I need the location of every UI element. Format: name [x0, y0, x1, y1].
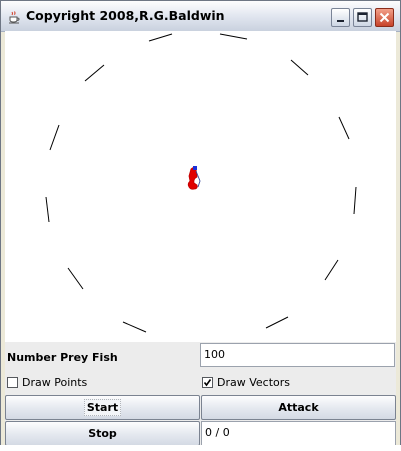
simulation-canvas[interactable]	[5, 31, 396, 342]
draw-vectors-label: Draw Vectors	[217, 376, 291, 389]
minimize-icon	[337, 20, 344, 22]
window-title: Copyright 2008,R.G.Baldwin	[26, 8, 225, 23]
stop-button-label: Stop	[88, 427, 117, 440]
close-button[interactable]	[375, 8, 394, 27]
close-icon	[379, 12, 390, 23]
prey-count-label: Number Prey Fish	[7, 351, 118, 364]
attack-button[interactable]: Attack	[201, 395, 396, 420]
draw-vectors-option[interactable]: Draw Vectors	[202, 375, 362, 391]
start-button[interactable]: Start	[5, 395, 200, 420]
stop-button[interactable]: Stop	[5, 421, 200, 446]
fish-field	[45, 33, 357, 333]
status-field[interactable]: 0 / 0	[201, 421, 396, 446]
draw-points-option[interactable]: Draw Points	[7, 375, 167, 391]
checkmark-icon	[203, 379, 212, 387]
minimize-button[interactable]	[331, 8, 350, 27]
draw-points-label: Draw Points	[22, 376, 88, 389]
attack-button-label: Attack	[278, 401, 319, 414]
start-button-label: Start	[83, 399, 122, 416]
draw-points-checkbox[interactable]	[7, 377, 18, 388]
control-panel: Number Prey Fish 100 Draw Points Draw Ve…	[5, 342, 396, 446]
prey-count-input[interactable]: 100	[200, 343, 395, 367]
screen-edge	[0, 445, 401, 451]
predator-fish	[187, 166, 201, 190]
prey-fish-vectors	[45, 33, 357, 333]
app-window: Copyright 2008,R.G.Baldwin Number Prey F…	[0, 0, 401, 451]
java-cup-icon[interactable]	[7, 9, 21, 24]
maximize-button[interactable]	[353, 8, 372, 27]
maximize-icon	[357, 12, 368, 22]
draw-vectors-checkbox[interactable]	[202, 377, 213, 388]
title-bar[interactable]: Copyright 2008,R.G.Baldwin	[1, 1, 400, 32]
